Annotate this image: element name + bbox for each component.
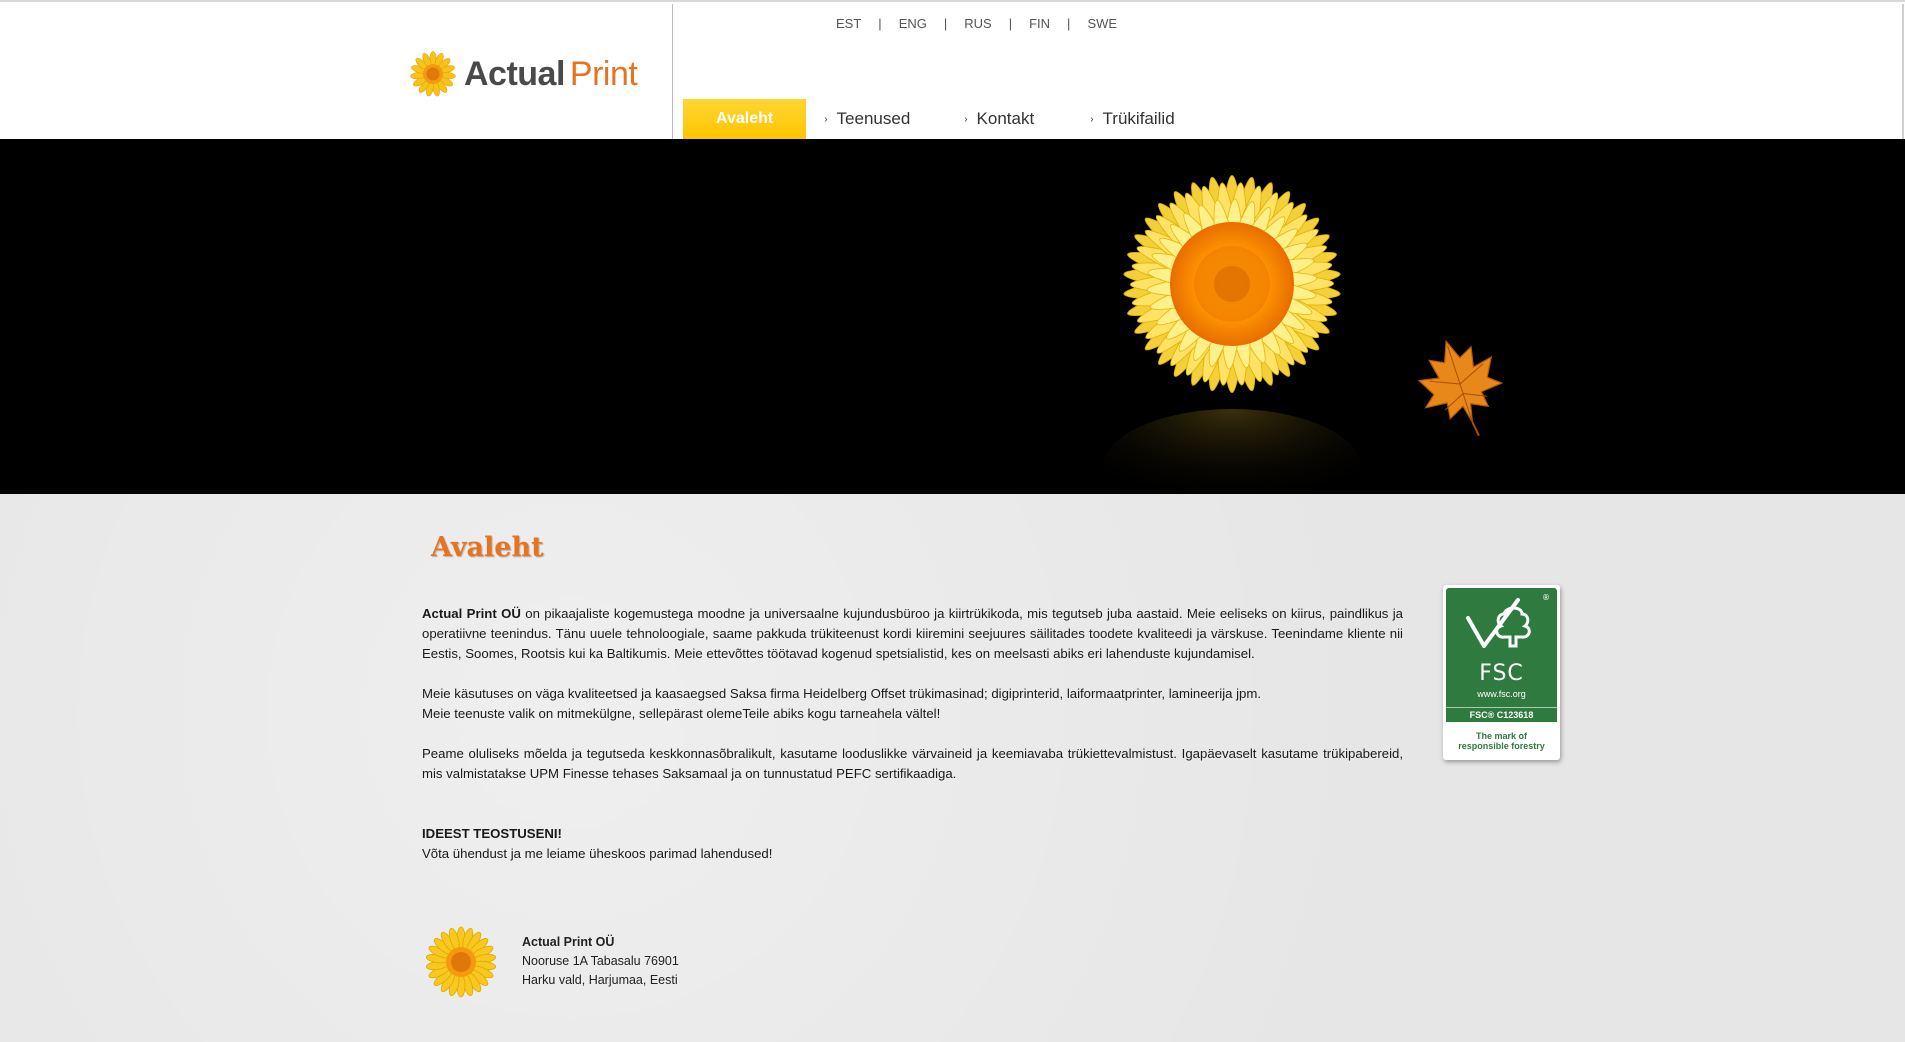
fsc-tree-check-icon: ® [1466,593,1550,648]
intro-company-name: Actual Print OÜ [422,606,521,621]
header-divider [672,4,673,141]
intro-paragraph: Actual Print OÜ on pikaajaliste kogemust… [422,604,1403,664]
hero-banner [0,139,1905,494]
fsc-url: www.fsc.org [1477,689,1526,699]
nav-item-kontakt[interactable]: › Kontakt [964,99,1070,139]
lang-swe[interactable]: SWE [1087,16,1117,31]
sunflower-logo-icon [410,51,456,97]
footer-address-line-1: Nooruse 1A Tabasalu 76901 [522,954,679,968]
header-border [1902,4,1904,141]
intro-text: on pikaajaliste kogemustega moodne ja un… [422,606,1404,661]
nav-item-teenused[interactable]: › Teenused [824,99,944,139]
lang-fin[interactable]: FIN [1029,16,1050,31]
chevron-right-icon: › [964,113,968,125]
nav-item-label: Kontakt [976,109,1035,128]
lang-est[interactable]: EST [836,16,861,31]
language-switcher: EST | ENG | RUS | FIN | SWE [836,16,1117,31]
chevron-right-icon: › [824,113,828,125]
page-title: Avaleht [431,532,544,563]
eco-paragraph: Peame oluliseks mõelda ja tegutseda kesk… [422,746,1403,781]
nav-item-avaleht[interactable]: Avaleht [683,99,807,139]
footer-company-name: Actual Print OÜ [522,935,615,949]
lang-rus[interactable]: RUS [964,16,991,31]
fsc-tagline: The mark of responsible forestry [1443,731,1560,751]
hero-artwork [1102,175,1504,494]
lang-eng[interactable]: ENG [899,16,927,31]
slogan: IDEEST TEOSTUSENI! [422,826,562,841]
lang-separator: | [1008,16,1013,31]
logo-text-actual: Actual [464,54,565,93]
main-navigation: Avaleht › Teenused › Kontakt › Trükifail… [683,99,1175,139]
article-body: Actual Print OÜ on pikaajaliste kogemust… [422,604,1403,864]
equipment-line-1: Meie käsutuses on väga kvaliteetsed ja k… [422,686,1262,701]
call-to-action: Võta ühendust ja me leiame üheskoos pari… [422,846,773,861]
fsc-tagline-line-2: responsible forestry [1458,741,1545,751]
fsc-license-code: FSC® C123618 [1446,707,1557,720]
nav-item-label: Trükifailid [1102,109,1175,128]
sunflower-footer-icon [425,926,497,998]
nav-item-trukifailid[interactable]: › Trükifailid [1090,99,1174,139]
sunflower-center [1170,222,1294,346]
fsc-green-panel: ® FSC www.fsc.org FSC® C123618 [1446,588,1557,722]
nav-item-label: Avaleht [716,110,774,127]
fsc-name: FSC [1479,661,1524,686]
maple-leaf-image [1417,339,1504,437]
fsc-tagline-line-1: The mark of [1475,731,1527,741]
fsc-badge[interactable]: ® FSC www.fsc.org FSC® C123618 The mark … [1443,585,1560,760]
lang-separator: | [1067,16,1071,31]
equipment-line-2: Meie teenuste valik on mitmekülgne, sell… [422,706,941,721]
registered-mark: ® [1542,593,1550,602]
footer-address: Actual Print OÜ Nooruse 1A Tabasalu 7690… [522,933,679,990]
footer-address-line-2: Harku vald, Harjumaa, Eesti [522,973,678,987]
lang-separator: | [878,16,882,31]
logo-text-print: Print [569,54,638,93]
chevron-right-icon: › [1090,113,1094,125]
lang-separator: | [943,16,948,31]
site-logo[interactable]: Actual Print [410,50,638,98]
flower-reflection [1102,409,1362,494]
site-header: Actual Print EST | ENG | RUS | FIN | SWE… [0,0,1905,141]
nav-item-label: Teenused [836,109,911,128]
